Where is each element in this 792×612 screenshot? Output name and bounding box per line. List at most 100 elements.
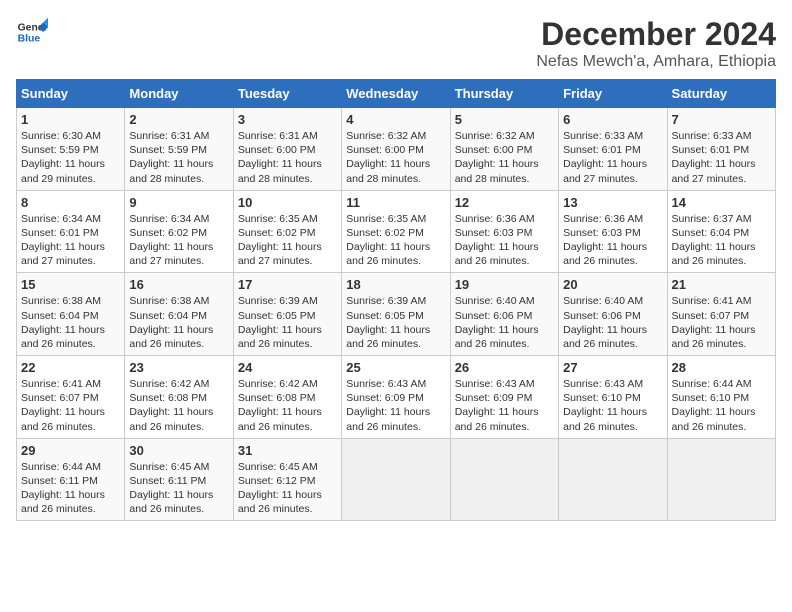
day-number: 18: [346, 277, 445, 292]
calendar-week-row: 15 Sunrise: 6:38 AMSunset: 6:04 PMDaylig…: [17, 273, 776, 356]
calendar-cell: 17 Sunrise: 6:39 AMSunset: 6:05 PMDaylig…: [233, 273, 341, 356]
day-detail: Sunrise: 6:31 AMSunset: 6:00 PMDaylight:…: [238, 130, 322, 185]
day-detail: Sunrise: 6:43 AMSunset: 6:10 PMDaylight:…: [563, 378, 647, 433]
day-detail: Sunrise: 6:35 AMSunset: 6:02 PMDaylight:…: [346, 213, 430, 268]
calendar-cell: 28 Sunrise: 6:44 AMSunset: 6:10 PMDaylig…: [667, 356, 775, 439]
calendar-day-header: Monday: [125, 80, 233, 108]
calendar-cell: 5 Sunrise: 6:32 AMSunset: 6:00 PMDayligh…: [450, 108, 558, 191]
day-number: 28: [672, 360, 771, 375]
day-number: 8: [21, 195, 120, 210]
day-number: 4: [346, 112, 445, 127]
day-number: 22: [21, 360, 120, 375]
calendar-week-row: 1 Sunrise: 6:30 AMSunset: 5:59 PMDayligh…: [17, 108, 776, 191]
calendar-cell: 13 Sunrise: 6:36 AMSunset: 6:03 PMDaylig…: [559, 190, 667, 273]
calendar-day-header: Tuesday: [233, 80, 341, 108]
calendar-body: 1 Sunrise: 6:30 AMSunset: 5:59 PMDayligh…: [17, 108, 776, 521]
day-number: 21: [672, 277, 771, 292]
day-detail: Sunrise: 6:33 AMSunset: 6:01 PMDaylight:…: [563, 130, 647, 185]
calendar-cell: 30 Sunrise: 6:45 AMSunset: 6:11 PMDaylig…: [125, 438, 233, 521]
calendar-cell: 27 Sunrise: 6:43 AMSunset: 6:10 PMDaylig…: [559, 356, 667, 439]
calendar-cell: 20 Sunrise: 6:40 AMSunset: 6:06 PMDaylig…: [559, 273, 667, 356]
calendar-cell: 23 Sunrise: 6:42 AMSunset: 6:08 PMDaylig…: [125, 356, 233, 439]
day-number: 6: [563, 112, 662, 127]
calendar-cell: 26 Sunrise: 6:43 AMSunset: 6:09 PMDaylig…: [450, 356, 558, 439]
day-detail: Sunrise: 6:34 AMSunset: 6:01 PMDaylight:…: [21, 213, 105, 268]
calendar-cell: 6 Sunrise: 6:33 AMSunset: 6:01 PMDayligh…: [559, 108, 667, 191]
day-detail: Sunrise: 6:31 AMSunset: 5:59 PMDaylight:…: [129, 130, 213, 185]
day-detail: Sunrise: 6:45 AMSunset: 6:11 PMDaylight:…: [129, 461, 213, 516]
day-number: 2: [129, 112, 228, 127]
calendar-cell: 9 Sunrise: 6:34 AMSunset: 6:02 PMDayligh…: [125, 190, 233, 273]
day-detail: Sunrise: 6:36 AMSunset: 6:03 PMDaylight:…: [563, 213, 647, 268]
calendar-table: SundayMondayTuesdayWednesdayThursdayFrid…: [16, 79, 776, 521]
day-number: 24: [238, 360, 337, 375]
calendar-cell: 21 Sunrise: 6:41 AMSunset: 6:07 PMDaylig…: [667, 273, 775, 356]
calendar-day-header: Saturday: [667, 80, 775, 108]
calendar-cell: [667, 438, 775, 521]
calendar-cell: 8 Sunrise: 6:34 AMSunset: 6:01 PMDayligh…: [17, 190, 125, 273]
calendar-cell: 22 Sunrise: 6:41 AMSunset: 6:07 PMDaylig…: [17, 356, 125, 439]
day-number: 1: [21, 112, 120, 127]
day-detail: Sunrise: 6:43 AMSunset: 6:09 PMDaylight:…: [346, 378, 430, 433]
day-number: 17: [238, 277, 337, 292]
day-number: 3: [238, 112, 337, 127]
logo: General Blue: [16, 16, 48, 48]
day-number: 19: [455, 277, 554, 292]
calendar-cell: 19 Sunrise: 6:40 AMSunset: 6:06 PMDaylig…: [450, 273, 558, 356]
calendar-week-row: 8 Sunrise: 6:34 AMSunset: 6:01 PMDayligh…: [17, 190, 776, 273]
day-number: 20: [563, 277, 662, 292]
day-number: 15: [21, 277, 120, 292]
calendar-cell: 16 Sunrise: 6:38 AMSunset: 6:04 PMDaylig…: [125, 273, 233, 356]
day-detail: Sunrise: 6:33 AMSunset: 6:01 PMDaylight:…: [672, 130, 756, 185]
calendar-cell: 18 Sunrise: 6:39 AMSunset: 6:05 PMDaylig…: [342, 273, 450, 356]
calendar-day-header: Wednesday: [342, 80, 450, 108]
day-detail: Sunrise: 6:38 AMSunset: 6:04 PMDaylight:…: [129, 295, 213, 350]
day-detail: Sunrise: 6:41 AMSunset: 6:07 PMDaylight:…: [21, 378, 105, 433]
calendar-cell: [342, 438, 450, 521]
day-number: 25: [346, 360, 445, 375]
day-detail: Sunrise: 6:40 AMSunset: 6:06 PMDaylight:…: [455, 295, 539, 350]
calendar-cell: 12 Sunrise: 6:36 AMSunset: 6:03 PMDaylig…: [450, 190, 558, 273]
title-area: December 2024 Nefas Mewch'a, Amhara, Eth…: [536, 16, 776, 71]
main-title: December 2024: [536, 16, 776, 53]
day-detail: Sunrise: 6:41 AMSunset: 6:07 PMDaylight:…: [672, 295, 756, 350]
calendar-cell: [559, 438, 667, 521]
day-number: 11: [346, 195, 445, 210]
day-detail: Sunrise: 6:42 AMSunset: 6:08 PMDaylight:…: [238, 378, 322, 433]
calendar-cell: 2 Sunrise: 6:31 AMSunset: 5:59 PMDayligh…: [125, 108, 233, 191]
day-detail: Sunrise: 6:35 AMSunset: 6:02 PMDaylight:…: [238, 213, 322, 268]
day-number: 27: [563, 360, 662, 375]
day-number: 10: [238, 195, 337, 210]
calendar-cell: 24 Sunrise: 6:42 AMSunset: 6:08 PMDaylig…: [233, 356, 341, 439]
day-detail: Sunrise: 6:32 AMSunset: 6:00 PMDaylight:…: [455, 130, 539, 185]
calendar-cell: 14 Sunrise: 6:37 AMSunset: 6:04 PMDaylig…: [667, 190, 775, 273]
day-detail: Sunrise: 6:39 AMSunset: 6:05 PMDaylight:…: [238, 295, 322, 350]
day-detail: Sunrise: 6:39 AMSunset: 6:05 PMDaylight:…: [346, 295, 430, 350]
calendar-day-header: Thursday: [450, 80, 558, 108]
calendar-cell: 25 Sunrise: 6:43 AMSunset: 6:09 PMDaylig…: [342, 356, 450, 439]
calendar-week-row: 29 Sunrise: 6:44 AMSunset: 6:11 PMDaylig…: [17, 438, 776, 521]
day-number: 13: [563, 195, 662, 210]
day-number: 26: [455, 360, 554, 375]
day-detail: Sunrise: 6:30 AMSunset: 5:59 PMDaylight:…: [21, 130, 105, 185]
page-header: General Blue December 2024 Nefas Mewch'a…: [16, 16, 776, 71]
calendar-cell: [450, 438, 558, 521]
day-number: 14: [672, 195, 771, 210]
day-detail: Sunrise: 6:44 AMSunset: 6:10 PMDaylight:…: [672, 378, 756, 433]
day-detail: Sunrise: 6:37 AMSunset: 6:04 PMDaylight:…: [672, 213, 756, 268]
calendar-day-header: Sunday: [17, 80, 125, 108]
calendar-cell: 3 Sunrise: 6:31 AMSunset: 6:00 PMDayligh…: [233, 108, 341, 191]
day-number: 29: [21, 443, 120, 458]
day-detail: Sunrise: 6:42 AMSunset: 6:08 PMDaylight:…: [129, 378, 213, 433]
day-detail: Sunrise: 6:44 AMSunset: 6:11 PMDaylight:…: [21, 461, 105, 516]
subtitle: Nefas Mewch'a, Amhara, Ethiopia: [536, 53, 776, 71]
day-number: 23: [129, 360, 228, 375]
day-number: 9: [129, 195, 228, 210]
day-number: 12: [455, 195, 554, 210]
day-detail: Sunrise: 6:36 AMSunset: 6:03 PMDaylight:…: [455, 213, 539, 268]
day-detail: Sunrise: 6:40 AMSunset: 6:06 PMDaylight:…: [563, 295, 647, 350]
calendar-cell: 1 Sunrise: 6:30 AMSunset: 5:59 PMDayligh…: [17, 108, 125, 191]
calendar-cell: 7 Sunrise: 6:33 AMSunset: 6:01 PMDayligh…: [667, 108, 775, 191]
calendar-cell: 4 Sunrise: 6:32 AMSunset: 6:00 PMDayligh…: [342, 108, 450, 191]
day-number: 7: [672, 112, 771, 127]
